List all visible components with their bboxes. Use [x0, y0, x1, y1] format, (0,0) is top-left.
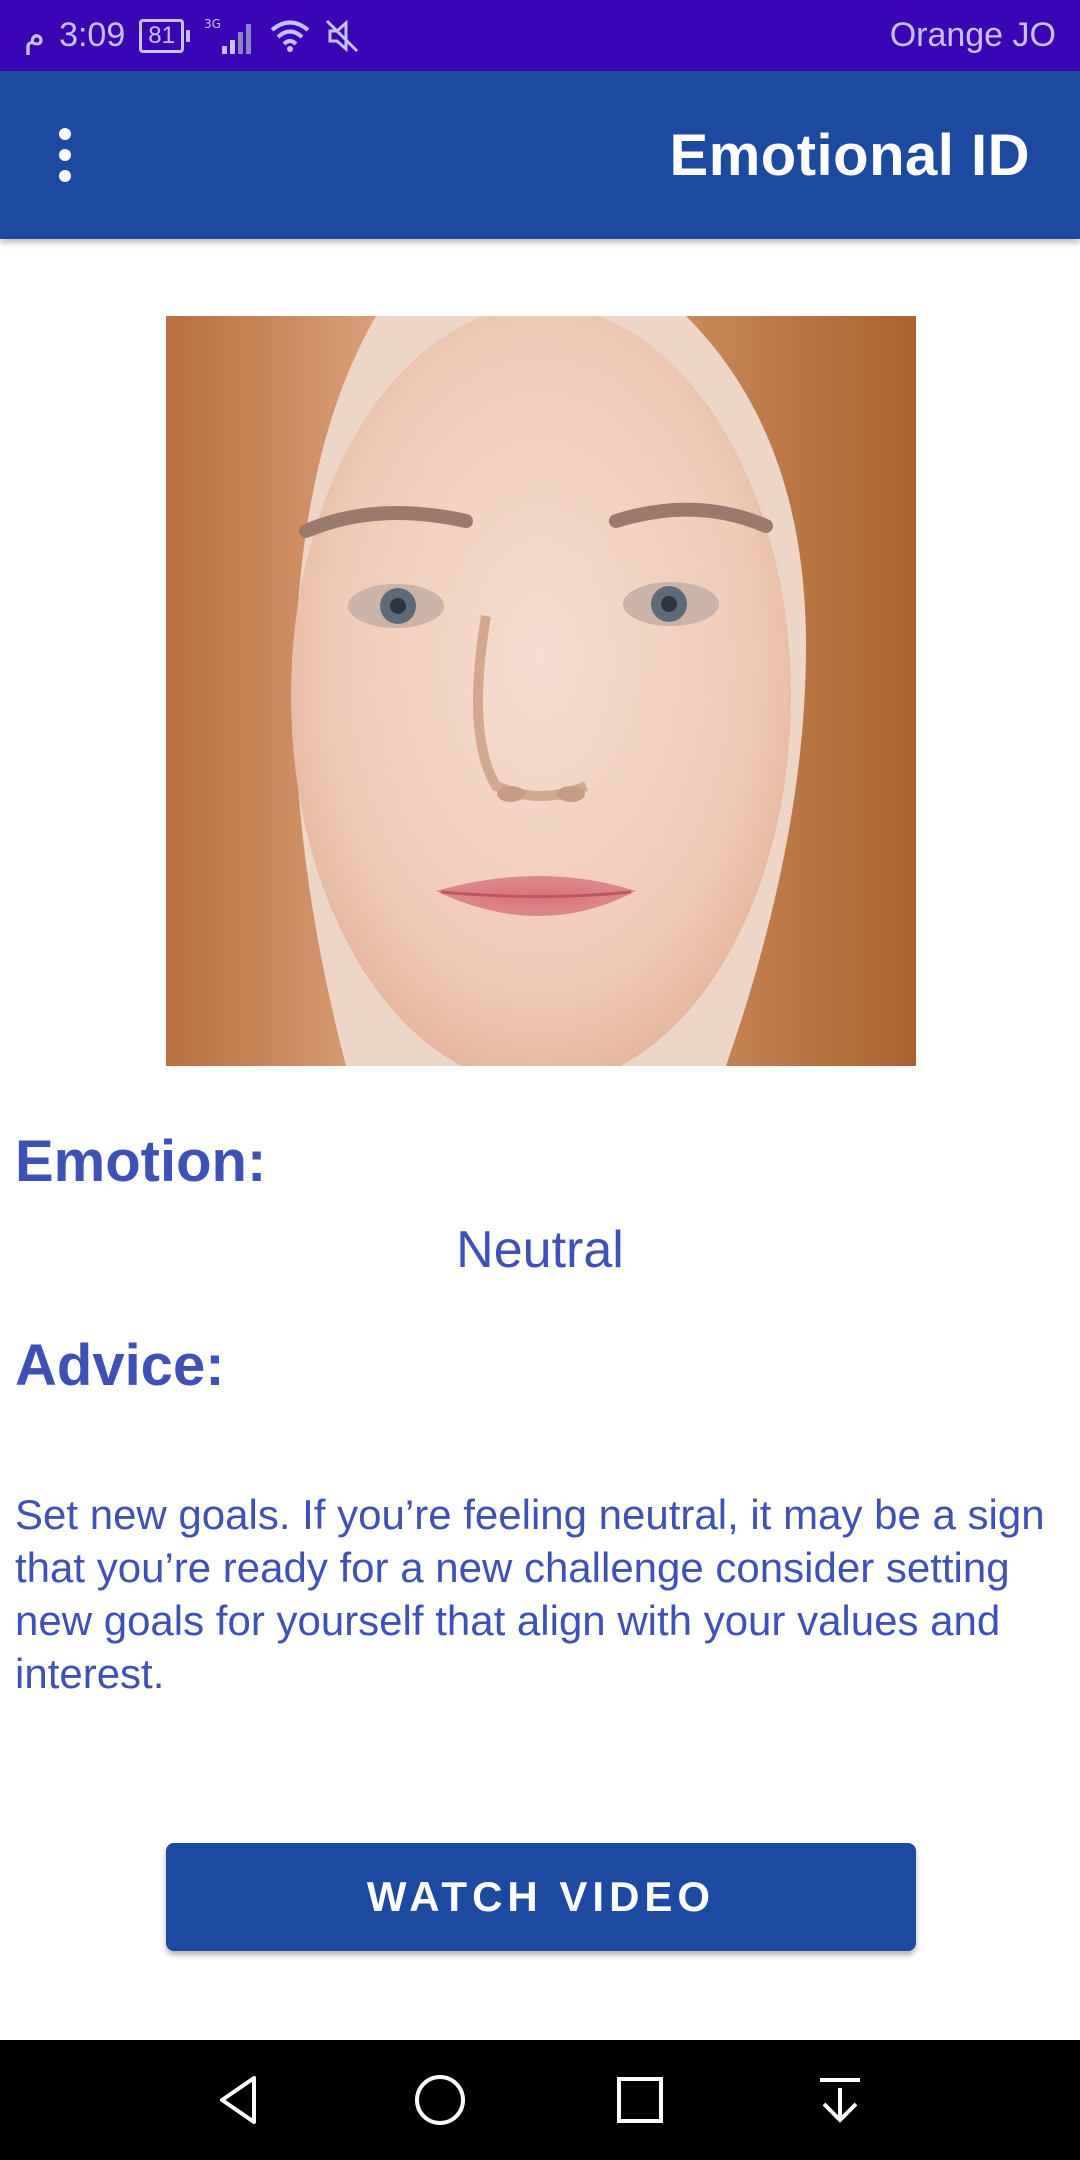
wifi-icon [270, 19, 310, 53]
network-type-label: 3G [204, 17, 221, 31]
signal-icon: 3G [204, 16, 256, 56]
status-am-pm: م [24, 16, 46, 55]
face-photo [166, 316, 916, 1066]
battery-level: 81 [139, 18, 184, 53]
pull-down-icon[interactable] [790, 2050, 890, 2150]
status-bar: م 3:09 81 3G Orange JO [0, 0, 1080, 71]
emotion-value: Neutral [456, 1221, 624, 1279]
watch-video-button[interactable]: WATCH VIDEO [166, 1843, 916, 1951]
navigation-bar [0, 2040, 1080, 2160]
status-time: 3:09 [59, 16, 126, 54]
recents-icon[interactable] [590, 2050, 690, 2150]
app-title: Emotional ID [669, 122, 1030, 188]
carrier-name: Orange JO [889, 16, 1056, 54]
overflow-menu-icon[interactable] [40, 115, 90, 195]
battery-icon: 81 [139, 18, 190, 53]
mute-icon [324, 18, 360, 54]
advice-text: Set new goals. If you’re feeling neutral… [15, 1491, 1045, 1697]
app-bar: Emotional ID [0, 71, 1080, 239]
back-icon[interactable] [190, 2050, 290, 2150]
advice-heading: Advice: [15, 1333, 225, 1398]
emotion-heading: Emotion: [15, 1129, 267, 1194]
home-icon[interactable] [390, 2050, 490, 2150]
status-left: م 3:09 81 3G [24, 16, 360, 56]
screen: م 3:09 81 3G Orange JO Emotional ID Emot… [0, 0, 1080, 2160]
